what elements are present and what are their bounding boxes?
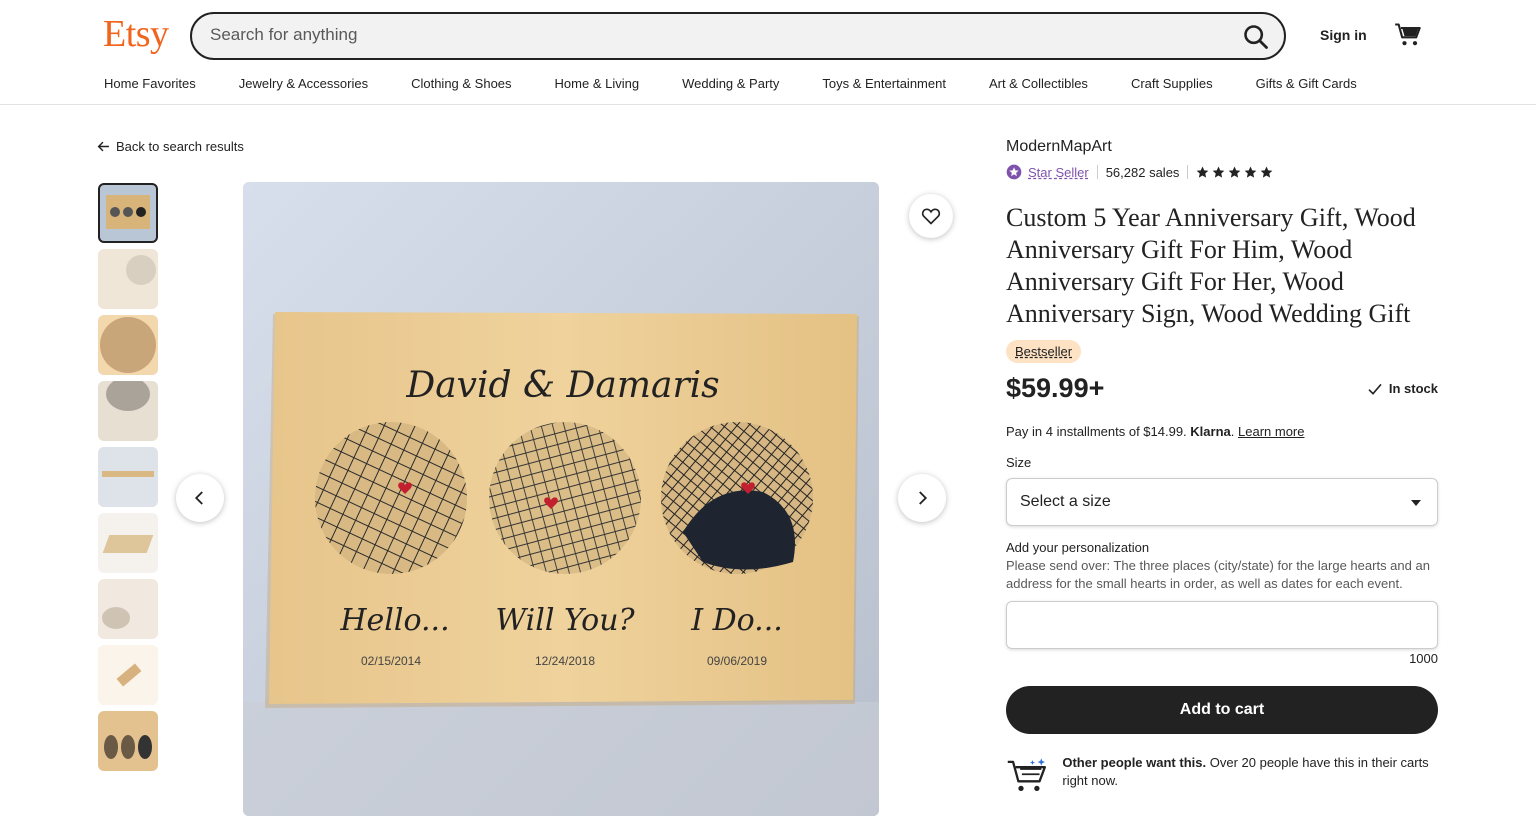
back-label: Back to search results: [116, 139, 244, 154]
cart-icon[interactable]: [1394, 21, 1422, 49]
stock-status: In stock: [1367, 381, 1438, 397]
klarna-installments: Pay in 4 installments of $14.99. Klarna.…: [1006, 424, 1305, 439]
nav-item-craft[interactable]: Craft Supplies: [1131, 76, 1213, 96]
divider: [1096, 165, 1098, 179]
nav-item-home-living[interactable]: Home & Living: [555, 76, 640, 96]
size-label: Size: [1006, 455, 1032, 470]
divider: [1187, 165, 1189, 179]
sales-count: 56,282 sales: [1105, 164, 1180, 180]
thumbnail[interactable]: [98, 183, 158, 243]
caret-down-icon: [1411, 500, 1421, 506]
demand-notice: Other people want this. Over 20 people h…: [1006, 754, 1438, 798]
search-input[interactable]: [210, 25, 1210, 45]
nav-item-jewelry[interactable]: Jewelry & Accessories: [239, 76, 368, 96]
date-1: 02/15/2014: [361, 654, 421, 668]
product-photo: David & Damaris Hello... Will You? I Do.…: [243, 182, 879, 816]
add-to-cart-button[interactable]: Add to cart: [1006, 686, 1438, 734]
personalization-textarea[interactable]: [1006, 601, 1438, 649]
header: Etsy Sign in Home Favorites Jewelry & Ac…: [0, 0, 1536, 105]
date-3: 09/06/2019: [707, 654, 767, 668]
seller-info-row: Star Seller 56,282 sales: [1006, 164, 1438, 180]
shop-name-link[interactable]: ModernMapArt: [1006, 138, 1438, 156]
nav-item-home-favorites[interactable]: Home Favorites: [104, 76, 196, 96]
learn-more-link[interactable]: Learn more: [1238, 424, 1304, 439]
thumbnail[interactable]: [98, 513, 158, 573]
shopping-cart-sparkle-icon: [1007, 758, 1046, 792]
star-icon: [1261, 166, 1273, 178]
previous-image-button[interactable]: [176, 474, 224, 522]
caption-hello: Hello...: [339, 603, 449, 638]
thumbnail[interactable]: [98, 579, 158, 639]
size-select[interactable]: Select a size: [1006, 478, 1438, 526]
nav-item-wedding[interactable]: Wedding & Party: [682, 76, 779, 96]
chevron-right-icon: [919, 491, 928, 505]
stock-text: In stock: [1388, 381, 1438, 396]
product-title: Custom 5 Year Anniversary Gift, Wood Ann…: [1006, 203, 1416, 328]
personalization-label: Add your personalization: [1006, 540, 1150, 555]
personalization-instructions: Please send over: The three places (city…: [1006, 558, 1430, 591]
next-image-button[interactable]: [898, 474, 946, 522]
thumbnail[interactable]: [98, 315, 158, 375]
star-icon: [1197, 166, 1209, 178]
checkmark-icon: [1368, 383, 1382, 395]
product-names-text: David & Damaris: [405, 365, 719, 406]
nav-item-clothing[interactable]: Clothing & Shoes: [411, 76, 511, 96]
bestseller-badge[interactable]: Bestseller: [1006, 340, 1082, 363]
thumbnail[interactable]: [98, 381, 158, 441]
thumbnail[interactable]: [98, 447, 158, 507]
chevron-left-icon: [194, 491, 203, 505]
listing-panel: ModernMapArt Star Seller 56,282 sales Cu…: [1006, 138, 1438, 798]
search-bar[interactable]: [190, 12, 1286, 60]
nav-item-gifts[interactable]: Gifts & Gift Cards: [1256, 76, 1357, 96]
demand-notice-bold: Other people want this.: [1062, 755, 1207, 770]
category-nav: Home Favorites Jewelry & Accessories Clo…: [104, 76, 1357, 96]
caption-i-do: I Do...: [690, 603, 783, 638]
back-to-results-link[interactable]: Back to search results: [97, 139, 244, 154]
price-row: $59.99+ In stock: [1006, 373, 1438, 404]
caption-will-you: Will You?: [495, 603, 635, 638]
product-main-image[interactable]: David & Damaris Hello... Will You? I Do.…: [243, 182, 879, 816]
star-icon: [1213, 166, 1225, 178]
star-seller-link[interactable]: Star Seller: [1028, 165, 1089, 180]
star-icon: [1245, 166, 1257, 178]
star-icon: [1229, 166, 1241, 178]
arrow-left-icon: [97, 141, 109, 152]
thumbnail[interactable]: [98, 645, 158, 705]
size-select-value: Select a size: [1020, 493, 1111, 510]
sign-in-link[interactable]: Sign in: [1320, 27, 1367, 43]
product-price: $59.99+: [1006, 373, 1105, 403]
heart-icon: [921, 208, 941, 225]
demand-notice-text: Other people want this. Over 20 people h…: [1062, 754, 1438, 798]
nav-item-art[interactable]: Art & Collectibles: [989, 76, 1088, 96]
character-counter: 1000: [1409, 651, 1438, 666]
thumbnail[interactable]: [98, 711, 158, 771]
date-2: 12/24/2018: [535, 654, 595, 668]
rating-stars[interactable]: [1196, 166, 1273, 179]
nav-item-toys[interactable]: Toys & Entertainment: [822, 76, 946, 96]
thumbnail-list: [98, 183, 158, 777]
klarna-text: Pay in 4 installments of $14.99.: [1006, 424, 1187, 439]
favorite-button[interactable]: [909, 194, 953, 238]
thumbnail[interactable]: [98, 249, 158, 309]
search-icon[interactable]: [1242, 23, 1270, 51]
star-seller-badge-icon: [1006, 164, 1022, 180]
klarna-logo: Klarna: [1190, 424, 1231, 439]
etsy-logo[interactable]: Etsy: [103, 12, 169, 56]
